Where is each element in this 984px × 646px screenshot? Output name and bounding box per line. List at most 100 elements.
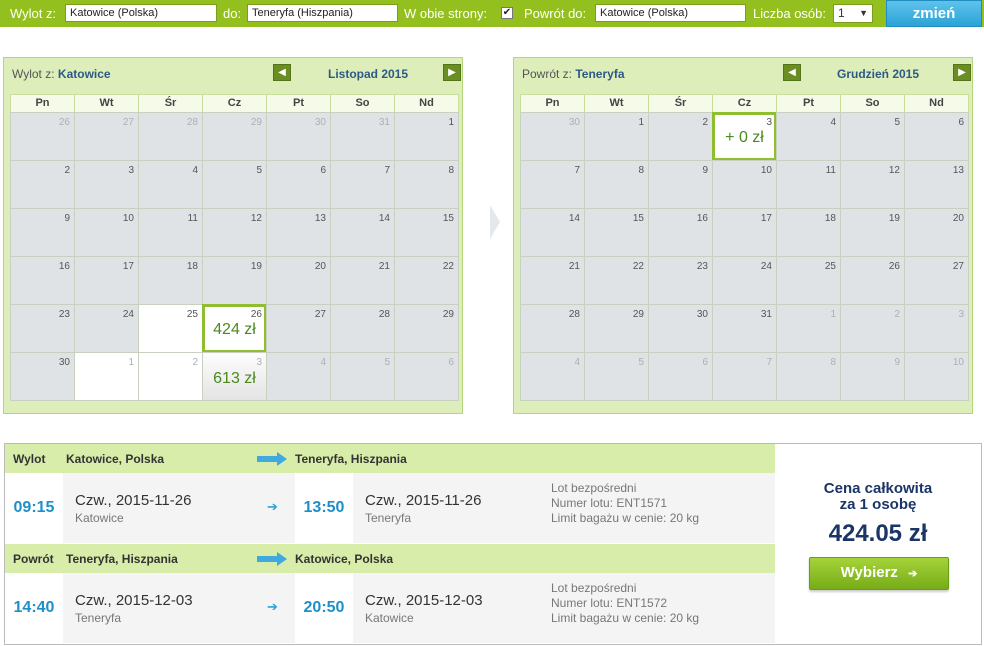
day-number: 5 bbox=[256, 165, 262, 176]
calendar-week: 30 1 2 3 + 0 zł 4 5 6 bbox=[520, 112, 976, 161]
calendar-day: 8 bbox=[584, 160, 649, 209]
weekday-header: Pn bbox=[10, 94, 75, 113]
departure-time-cell: 14:40 bbox=[5, 573, 63, 643]
calendar-day: 2 bbox=[648, 112, 713, 161]
round-trip-checkbox[interactable]: ✔ bbox=[501, 7, 513, 19]
calendar-day: 29 bbox=[202, 112, 267, 161]
weekday-header: So bbox=[840, 94, 905, 113]
change-search-button[interactable]: zmień bbox=[886, 0, 982, 27]
flight-info: Lot bezpośredni Numer lotu: ENT1571 Limi… bbox=[551, 481, 699, 526]
calendar-day: 26 bbox=[10, 112, 75, 161]
calendar-day: 17 bbox=[712, 208, 777, 257]
day-number: 3 bbox=[256, 357, 262, 368]
route-arrow-icon bbox=[257, 452, 287, 466]
calendar-day: 25 bbox=[138, 304, 203, 353]
calendar-day: 8 bbox=[394, 160, 459, 209]
calendar-day: 6 bbox=[648, 352, 713, 401]
calendar-day: 23 bbox=[10, 304, 75, 353]
day-number: 8 bbox=[448, 165, 454, 176]
from-input[interactable]: Katowice (Polska) bbox=[65, 4, 217, 22]
day-number: 21 bbox=[568, 261, 580, 272]
day-number: 10 bbox=[760, 165, 772, 176]
departure-time: 14:40 bbox=[13, 599, 55, 616]
next-month-button[interactable]: ▶ bbox=[953, 64, 971, 81]
calendar-day: 15 bbox=[394, 208, 459, 257]
total-price-label-line1: Cena całkowita bbox=[823, 480, 933, 497]
calendar-day[interactable]: 3 613 zł bbox=[202, 352, 267, 401]
day-number: 6 bbox=[702, 357, 708, 368]
calendar-day: 13 bbox=[904, 160, 969, 209]
calendar-day: 4 bbox=[266, 352, 331, 401]
arrow-right-icon: ▶ bbox=[958, 67, 966, 78]
day-number: 26 bbox=[250, 309, 262, 320]
return-to: Katowice, Polska bbox=[295, 552, 394, 566]
day-number: 9 bbox=[64, 213, 70, 224]
calendar-day-selected[interactable]: 3 + 0 zł bbox=[712, 112, 777, 161]
calendar-day: 30 bbox=[648, 304, 713, 353]
day-number: 6 bbox=[320, 165, 326, 176]
flight-type: Lot bezpośredni bbox=[551, 581, 637, 595]
calendar-day: 27 bbox=[904, 256, 969, 305]
day-number: 14 bbox=[568, 213, 580, 224]
prev-month-button[interactable]: ◀ bbox=[783, 64, 801, 81]
day-number: 27 bbox=[314, 309, 326, 320]
outbound-to: Teneryfa, Hiszpania bbox=[295, 452, 407, 466]
day-number: 16 bbox=[696, 213, 708, 224]
calendar-title: Powrót z: Teneryfa bbox=[522, 67, 625, 81]
calendar-day: 6 bbox=[904, 112, 969, 161]
day-number: 26 bbox=[58, 117, 70, 128]
calendar-day: 28 bbox=[330, 304, 395, 353]
calendar-week: 16 17 18 19 20 21 22 bbox=[10, 256, 466, 305]
calendar-day: 7 bbox=[712, 352, 777, 401]
persons-select[interactable]: 1 ▼ bbox=[833, 4, 873, 23]
day-number: 3 bbox=[128, 165, 134, 176]
day-number: 17 bbox=[122, 261, 134, 272]
return-input[interactable]: Katowice (Polska) bbox=[595, 4, 746, 22]
search-bar: Wylot z: Katowice (Polska) do: Teneryfa … bbox=[0, 0, 984, 27]
day-number: 11 bbox=[825, 165, 836, 176]
day-number: 24 bbox=[760, 261, 772, 272]
prev-month-button[interactable]: ◀ bbox=[273, 64, 291, 81]
weekday-header: Nd bbox=[904, 94, 969, 113]
departure-city: Teneryfa bbox=[75, 611, 122, 625]
calendar-day-selected[interactable]: 26 424 zł bbox=[202, 304, 267, 353]
baggage-limit: Limit bagażu w cenie: 20 kg bbox=[551, 611, 700, 625]
day-number: 15 bbox=[632, 213, 644, 224]
calendar-day: 18 bbox=[138, 256, 203, 305]
day-number: 1 bbox=[128, 357, 134, 368]
calendar-day: 6 bbox=[266, 160, 331, 209]
weekday-header: Pt bbox=[266, 94, 331, 113]
calendar-day: 20 bbox=[904, 208, 969, 257]
calendar-title-city: Teneryfa bbox=[575, 67, 625, 81]
flight-number: Numer lotu: ENT1572 bbox=[551, 596, 668, 610]
calendar-day: 16 bbox=[10, 256, 75, 305]
select-flight-button[interactable]: Wybierz ➔ bbox=[809, 557, 949, 590]
calendar-day: 7 bbox=[520, 160, 585, 209]
calendar-day: 4 bbox=[520, 352, 585, 401]
calendar-day: 27 bbox=[74, 112, 139, 161]
calendar-day: 1 bbox=[74, 352, 139, 401]
calendar-day: 28 bbox=[520, 304, 585, 353]
day-number: 21 bbox=[378, 261, 390, 272]
calendar-day: 10 bbox=[74, 208, 139, 257]
arrival-time-cell: 20:50 bbox=[295, 573, 353, 643]
select-flight-label: Wybierz bbox=[840, 564, 898, 581]
route-arrow-icon bbox=[257, 552, 287, 566]
day-number: 4 bbox=[830, 117, 836, 128]
calendar-day: 19 bbox=[202, 256, 267, 305]
to-input[interactable]: Teneryfa (Hiszpania) bbox=[247, 4, 398, 22]
calendar-title: Wylot z: Katowice bbox=[12, 67, 111, 81]
arrival-city: Teneryfa bbox=[365, 511, 412, 525]
calendar-day: 5 bbox=[840, 112, 905, 161]
arrival-date: Czw., 2015-12-03 bbox=[365, 592, 483, 609]
day-number: 16 bbox=[58, 261, 70, 272]
calendar-day: 31 bbox=[330, 112, 395, 161]
calendar-day: 2 bbox=[10, 160, 75, 209]
calendar-day: 2 bbox=[138, 352, 203, 401]
day-number: 3 bbox=[766, 117, 772, 128]
day-number: 23 bbox=[696, 261, 708, 272]
weekday-header: Wt bbox=[584, 94, 649, 113]
day-number: 15 bbox=[442, 213, 454, 224]
next-month-button[interactable]: ▶ bbox=[443, 64, 461, 81]
flight-type: Lot bezpośredni bbox=[551, 481, 637, 495]
